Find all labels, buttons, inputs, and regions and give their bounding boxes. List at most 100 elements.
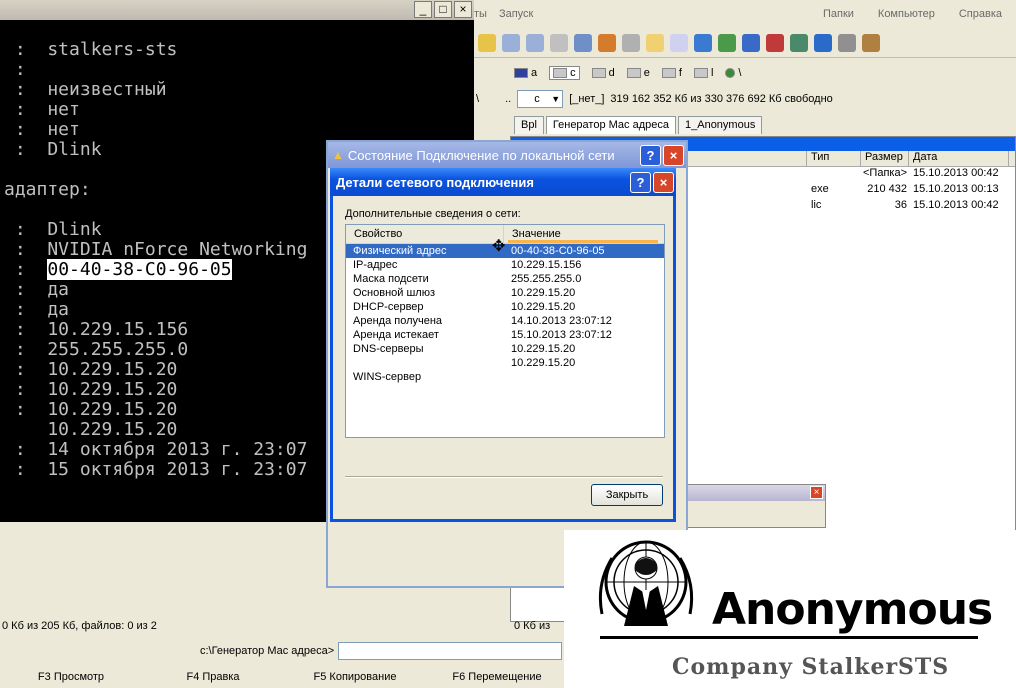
toolbar-details-icon[interactable] <box>526 33 544 52</box>
close-button[interactable]: × <box>663 144 684 166</box>
menu-item-computer[interactable]: Компьютер <box>878 8 935 20</box>
menu-item-folders[interactable]: Папки <box>823 8 854 20</box>
connection-status-titlebar[interactable]: ▲ Состояние Подключение по локальной сет… <box>328 142 686 168</box>
console-line: : <box>4 59 26 80</box>
details-listview[interactable]: Свойство Значение Физический адрес 00-40-… <box>345 224 665 438</box>
close-button[interactable]: × <box>454 1 472 18</box>
console-line: : 255.255.255.0 <box>4 339 189 360</box>
file-manager-toolbar <box>474 28 1016 58</box>
help-button[interactable]: ? <box>630 171 651 193</box>
details-row[interactable]: Аренда истекает 15.10.2013 23:07:12 <box>346 328 664 342</box>
close-dialog-button[interactable]: Закрыть <box>591 484 663 506</box>
console-line: : 10.229.15.20 <box>4 379 178 400</box>
tab-mac-generator[interactable]: Генератор Мас адреса <box>545 116 676 134</box>
f5-copy-button[interactable]: F5 Копирование <box>284 671 426 683</box>
divider <box>345 476 663 478</box>
details-row[interactable]: Маска подсети 255.255.255.0 <box>346 272 664 286</box>
header-hover-accent <box>508 240 658 243</box>
col-property-header[interactable]: Свойство <box>346 225 504 243</box>
tab-bpl[interactable]: Bpl <box>514 116 544 134</box>
background-dialog: × <box>676 484 826 528</box>
background-dialog-titlebar[interactable] <box>677 485 825 501</box>
up-button[interactable]: .. <box>505 93 511 105</box>
command-input[interactable] <box>338 642 563 660</box>
f4-edit-button[interactable]: F4 Правка <box>142 671 284 683</box>
toolbar-edit-icon[interactable] <box>838 33 856 52</box>
drive-a-button[interactable]: a <box>514 67 537 79</box>
anonymous-wordmark: Anonymous <box>712 584 993 635</box>
menu-item-run[interactable]: Запуск <box>499 8 533 20</box>
menu-item-commands[interactable]: ты <box>474 8 487 20</box>
f6-move-button[interactable]: F6 Перемещение <box>426 671 568 683</box>
connection-details-titlebar[interactable]: Детали сетевого подключения ? × <box>330 168 676 196</box>
console-line: : да <box>4 299 70 320</box>
col-value-header[interactable]: Значение <box>504 225 658 243</box>
details-row[interactable]: DHCP-сервер 10.229.15.20 <box>346 300 664 314</box>
hard-drive-icon <box>591 68 606 78</box>
maximize-button[interactable]: □ <box>434 1 452 18</box>
console-line: : NVIDIA nForce Networking <box>4 239 308 260</box>
console-line: : 10.229.15.20 <box>4 399 178 420</box>
toolbar-tree-icon[interactable] <box>550 33 568 52</box>
drive-f-button[interactable]: f <box>661 67 682 79</box>
details-row[interactable]: 10.229.15.20 <box>346 356 664 370</box>
selected-mac-text[interactable]: 00-40-38-C0-96-05 <box>47 259 232 280</box>
details-row[interactable]: Аренда получена 14.10.2013 23:07:12 <box>346 314 664 328</box>
details-row[interactable]: Основной шлюз 10.229.15.20 <box>346 286 664 300</box>
f3-view-button[interactable]: F3 Просмотр <box>0 671 142 683</box>
toolbar-delete-icon[interactable] <box>766 33 784 52</box>
volume-label: [_нет_] <box>569 93 605 105</box>
details-row[interactable]: IP-адрес 10.229.15.156 <box>346 258 664 272</box>
floppy-icon <box>514 68 528 78</box>
minimize-button[interactable]: _ <box>414 1 432 18</box>
toolbar-drive-icon[interactable] <box>718 33 736 52</box>
connection-details-dialog: Детали сетевого подключения ? × Дополнит… <box>330 168 676 522</box>
drive-d-button[interactable]: d <box>591 67 615 79</box>
company-name: Company StalkerSTS <box>672 654 950 680</box>
col-type-header[interactable]: Тип <box>807 151 861 166</box>
drive-network-button[interactable]: \ <box>725 67 741 79</box>
console-line: : 14 октября 2013 г. 23:07 <box>4 439 308 460</box>
toolbar-unpack-icon[interactable] <box>598 33 616 52</box>
drive-l-button[interactable]: l <box>693 67 713 79</box>
drive-combo[interactable]: c ▼ <box>517 90 564 108</box>
details-row[interactable]: DNS-серверы 10.229.15.20 <box>346 342 664 356</box>
console-line: : stalkers-sts <box>4 39 178 60</box>
console-line: : 15 октября 2013 г. 23:07 <box>4 459 308 480</box>
dialog-title: Детали сетевого подключения <box>336 174 534 190</box>
menu-item-help[interactable]: Справка <box>959 8 1002 20</box>
toolbar-rename-icon[interactable] <box>670 33 688 52</box>
details-row[interactable]: WINS-сервер <box>346 370 664 384</box>
toolbar-refresh-icon[interactable] <box>478 33 496 52</box>
details-subtitle: Дополнительные сведения о сети: <box>345 208 521 220</box>
console-titlebar[interactable]: _ □ × <box>0 0 474 20</box>
resize-cursor-icon: ✥ <box>492 238 506 255</box>
toolbar-globe-icon[interactable] <box>814 33 832 52</box>
root-button[interactable]: \ <box>476 93 479 105</box>
console-line: : 10.229.15.156 <box>4 319 189 340</box>
close-icon[interactable]: × <box>810 486 823 499</box>
col-size-header[interactable]: Размер <box>861 151 909 166</box>
free-space-text: 319 162 352 Кб из 330 376 692 Кб свободн… <box>610 93 833 105</box>
toolbar-find-icon[interactable] <box>622 33 640 52</box>
toolbar-window-icon[interactable] <box>742 33 760 52</box>
toolbar-archive-icon[interactable] <box>862 33 880 52</box>
drive-bar: a c d e f l \ <box>474 58 1016 88</box>
toolbar-notes-icon[interactable] <box>646 33 664 52</box>
console-line: : да <box>4 279 70 300</box>
chevron-down-icon: ▼ <box>551 94 561 104</box>
drive-e-button[interactable]: e <box>626 67 650 79</box>
path-bar: \ .. c ▼ [_нет_] 319 162 352 Кб из 330 3… <box>474 88 1016 110</box>
wordmark-underline <box>600 636 978 639</box>
tab-anonymous[interactable]: 1_Anonymous <box>678 116 763 134</box>
toolbar-config-icon[interactable] <box>790 33 808 52</box>
command-line: c:\Генератор Мас адреса> <box>0 640 564 662</box>
col-date-header[interactable]: Дата <box>909 151 1009 166</box>
toolbar-network-icon[interactable] <box>694 33 712 52</box>
toolbar-pack-icon[interactable] <box>574 33 592 52</box>
close-button[interactable]: × <box>653 171 674 193</box>
help-button[interactable]: ? <box>640 144 661 166</box>
toolbar-list-icon[interactable] <box>502 33 520 52</box>
drive-c-button[interactable]: c <box>549 66 580 80</box>
